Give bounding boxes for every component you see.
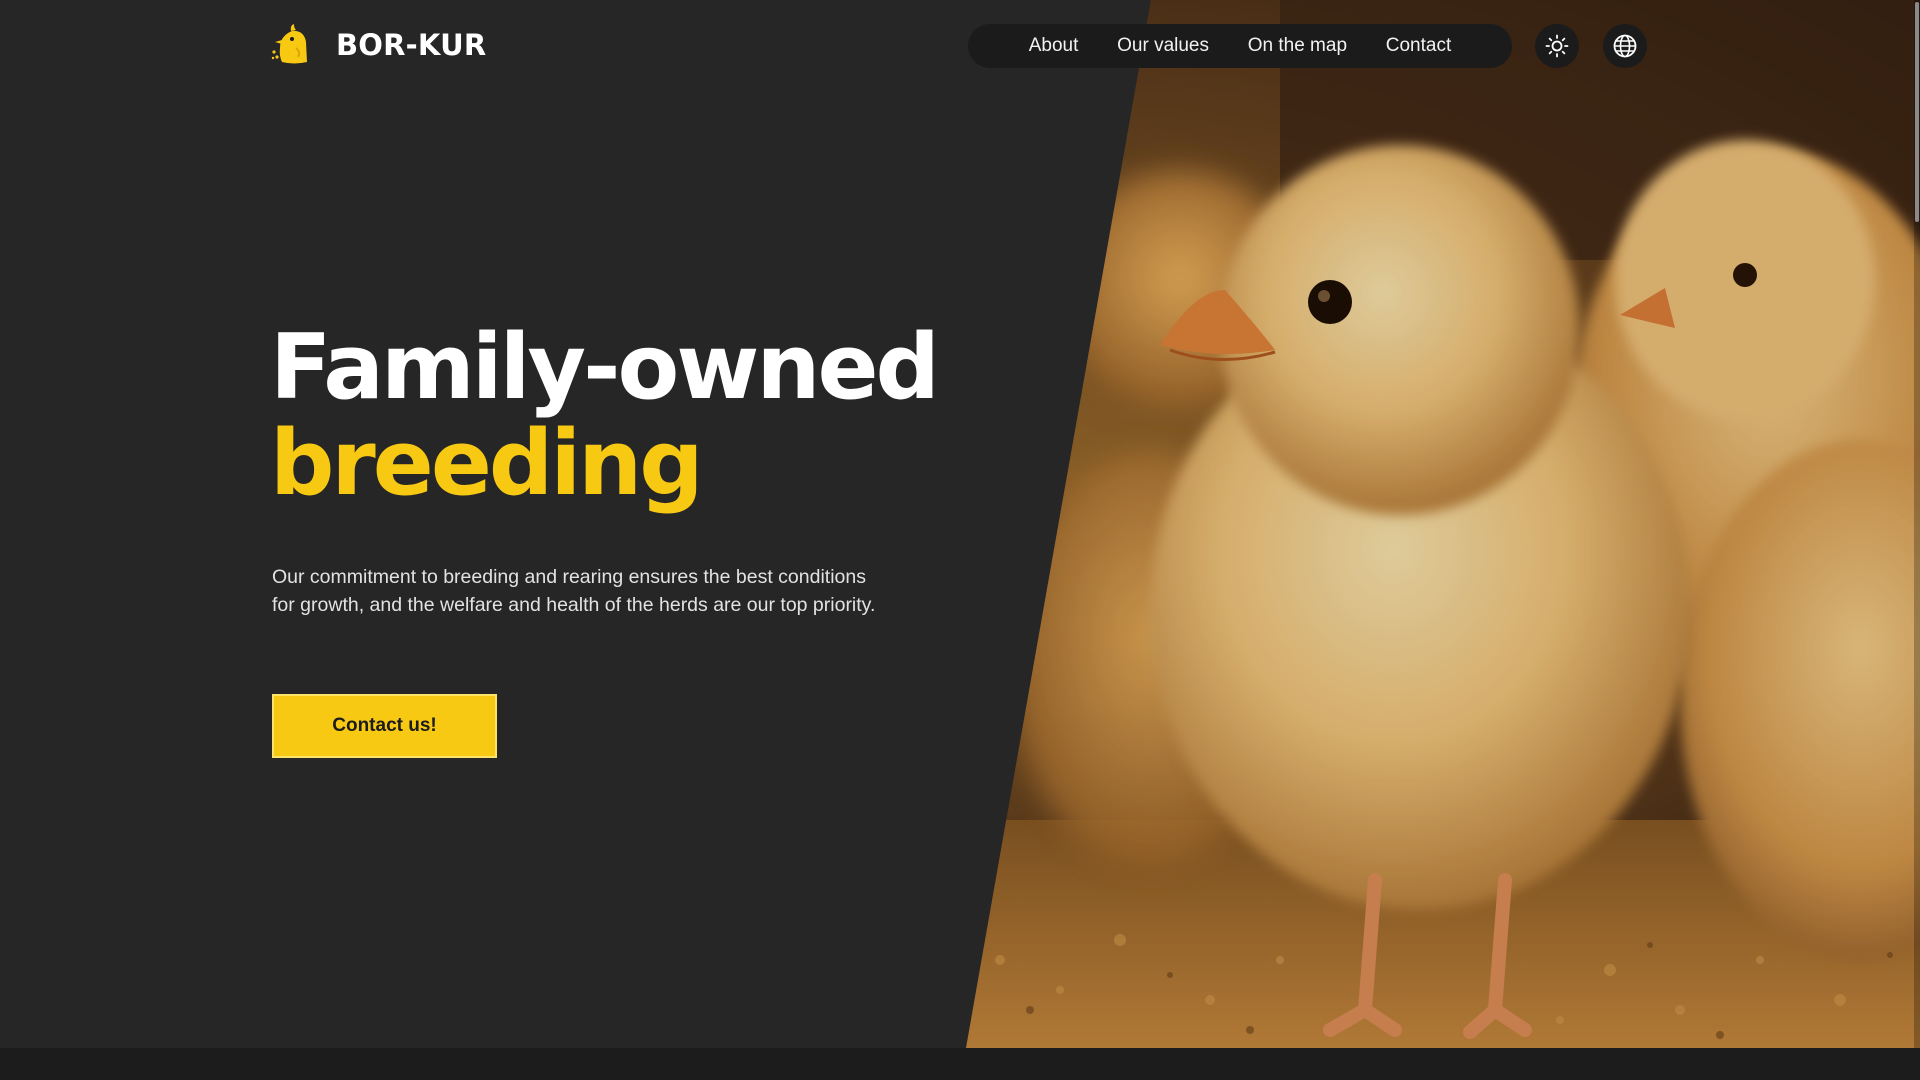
chick-logo-icon — [271, 24, 307, 64]
scrollbar[interactable] — [1914, 0, 1920, 1048]
brand-link[interactable]: BOR-KUR — [270, 22, 486, 68]
hero-photo — [966, 0, 1920, 1048]
hero-title: Family-owned breeding — [270, 320, 940, 516]
nav-item-on-the-map[interactable]: On the map — [1248, 35, 1347, 57]
yellow-chicks-photo — [966, 0, 1920, 1048]
theme-toggle-button[interactable] — [1535, 24, 1579, 68]
hero-title-line1: Family-owned — [270, 315, 940, 420]
scrollbar-thumb[interactable] — [1915, 2, 1919, 222]
next-section-edge — [0, 1048, 1920, 1080]
contact-us-button[interactable]: Contact us! — [272, 694, 497, 758]
hero-title-line2: breeding — [270, 411, 704, 516]
brand-name: BOR-KUR — [336, 28, 487, 62]
nav-item-contact[interactable]: Contact — [1386, 35, 1451, 57]
sun-icon — [1545, 34, 1569, 58]
language-button[interactable] — [1603, 24, 1647, 68]
nav-item-our-values[interactable]: Our values — [1117, 35, 1209, 57]
hero-section: BOR-KUR About Our values On the map Cont… — [0, 0, 1920, 1048]
hero-description: Our commitment to breeding and rearing e… — [272, 566, 876, 616]
main-nav: About Our values On the map Contact — [968, 24, 1512, 68]
nav-item-about[interactable]: About — [1029, 35, 1079, 57]
globe-icon — [1613, 34, 1637, 58]
